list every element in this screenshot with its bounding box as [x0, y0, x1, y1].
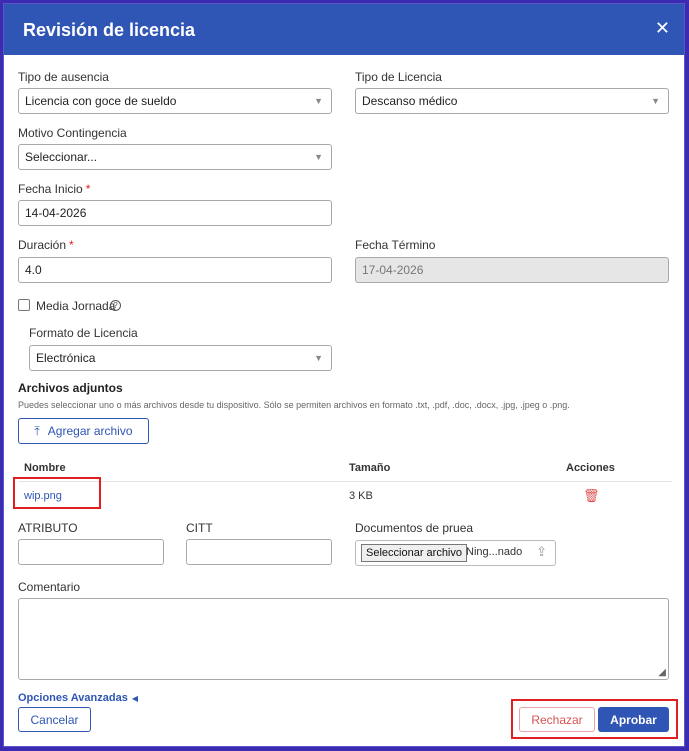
comentario-label: Comentario — [18, 580, 81, 594]
formato-licencia-select[interactable]: Electrónica ▼ — [29, 345, 332, 371]
media-jornada-label: Media Jornada — [36, 299, 116, 313]
required-mark: * — [85, 182, 91, 196]
archivos-adjuntos-title: Archivos adjuntos — [18, 381, 123, 395]
citt-label: CITT — [186, 521, 213, 535]
resize-grip-icon[interactable]: ◢ — [658, 667, 666, 678]
choose-file-button[interactable]: Seleccionar archivo — [361, 544, 467, 562]
column-size: Tamaño — [349, 462, 391, 474]
close-icon[interactable]: ✕ — [655, 18, 670, 39]
tipo-licencia-value: Descanso médico — [362, 94, 458, 108]
atributo-input[interactable] — [18, 539, 164, 565]
license-review-modal: Revisión de licencia ✕ Tipo de ausencia … — [3, 3, 685, 747]
duracion-label: Duración * — [18, 238, 74, 252]
add-file-button[interactable]: ⤒ Agregar archivo — [18, 418, 149, 444]
approve-button[interactable]: Aprobar — [598, 707, 669, 732]
upload-icon[interactable]: ⇪ — [536, 544, 547, 560]
documentos-label: Documentos de pruea — [355, 521, 474, 535]
file-status: Ning...nado — [466, 546, 523, 558]
chevron-down-icon: ▼ — [651, 96, 660, 106]
trash-icon[interactable]: 🗑 — [583, 488, 600, 504]
required-mark: * — [69, 238, 74, 252]
advanced-options-toggle[interactable]: Opciones Avanzadas ◀ — [18, 692, 138, 704]
upload-arrow-icon: ⤒ — [34, 423, 40, 438]
add-file-label: Agregar archivo — [47, 423, 133, 438]
modal-title: Revisión de licencia — [23, 20, 196, 40]
tipo-ausencia-label: Tipo de ausencia — [18, 70, 109, 84]
question-circle-icon[interactable]: ? — [110, 300, 121, 311]
reject-button[interactable]: Rechazar — [519, 707, 595, 732]
duracion-input[interactable] — [18, 257, 332, 283]
chevron-down-icon: ▼ — [314, 96, 323, 106]
fecha-inicio-input[interactable] — [18, 200, 332, 226]
highlight-box — [13, 477, 101, 509]
fecha-inicio-label: Fecha Inicio * — [18, 182, 91, 196]
motivo-contingencia-value: Seleccionar... — [25, 150, 98, 164]
column-actions: Acciones — [566, 462, 615, 474]
citt-input[interactable] — [186, 539, 332, 565]
archivos-adjuntos-hint: Puedes seleccionar uno o más archivos de… — [18, 400, 570, 410]
fecha-termino-input — [355, 257, 669, 283]
column-name: Nombre — [24, 462, 66, 474]
tipo-ausencia-value: Licencia con goce de sueldo — [25, 94, 177, 108]
motivo-contingencia-label: Motivo Contingencia — [18, 126, 127, 140]
formato-licencia-value: Electrónica — [36, 351, 96, 365]
fecha-termino-label: Fecha Término — [355, 238, 436, 252]
attachment-size: 3 KB — [349, 490, 373, 502]
motivo-contingencia-select[interactable]: Seleccionar... ▼ — [18, 144, 332, 170]
cancel-button[interactable]: Cancelar — [18, 707, 91, 732]
media-jornada-checkbox[interactable] — [18, 299, 30, 311]
documentos-file-picker: Seleccionar archivo Ning...nado ⇪ — [355, 540, 556, 566]
chevron-down-icon: ▼ — [314, 152, 323, 162]
attachments-table-header: Nombre Tamaño Acciones — [18, 456, 672, 482]
caret-left-icon: ◀ — [131, 694, 138, 703]
comentario-textarea[interactable]: ◢ — [18, 598, 669, 680]
tipo-licencia-label: Tipo de Licencia — [355, 70, 442, 84]
atributo-label: ATRIBUTO — [18, 521, 78, 535]
tipo-ausencia-select[interactable]: Licencia con goce de sueldo ▼ — [18, 88, 332, 114]
chevron-down-icon: ▼ — [314, 353, 323, 363]
modal-header: Revisión de licencia ✕ — [4, 4, 684, 55]
tipo-licencia-select[interactable]: Descanso médico ▼ — [355, 88, 669, 114]
formato-licencia-label: Formato de Licencia — [29, 326, 138, 340]
table-row: wip.png 3 KB 🗑 — [18, 482, 672, 514]
